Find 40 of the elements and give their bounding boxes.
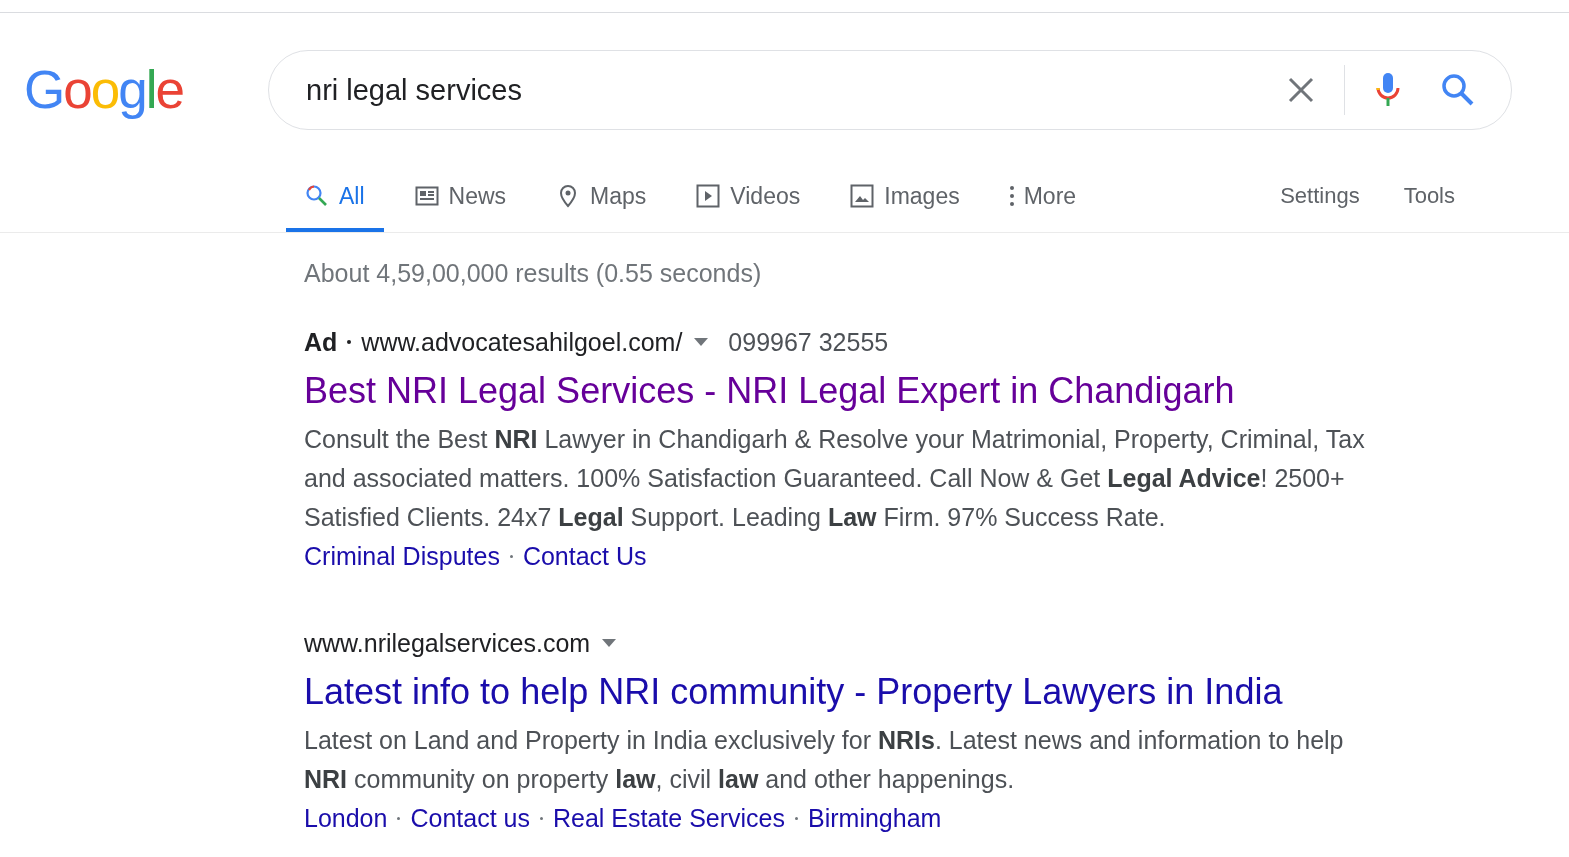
tab[interactable]: More <box>990 160 1096 232</box>
result-snippet: Latest on Land and Property in India exclusively for NRIs. Latest news and information to help NRI community on property law, civil law and other happenings. <box>304 725 1345 795</box>
newspaper-icon <box>414 184 439 208</box>
separator-dot <box>509 555 513 558</box>
sitelink[interactable]: Criminal Disputes <box>304 537 500 576</box>
separator-dot <box>795 817 798 820</box>
separator-dot <box>397 817 401 820</box>
ad-label: Ad <box>304 328 338 356</box>
tab[interactable]: All <box>286 160 384 232</box>
tab[interactable]: Images <box>831 160 979 232</box>
clear-icon[interactable] <box>1288 77 1314 103</box>
tab[interactable]: Maps <box>537 160 666 232</box>
sitelink[interactable]: Contact us <box>410 799 530 838</box>
tab[interactable]: Videos <box>677 160 820 232</box>
phone-number: 099967 32555 <box>728 328 889 356</box>
separator-dot <box>539 817 543 820</box>
tool-link[interactable]: Tools <box>1359 160 1455 232</box>
result-url: www.nrilegalservices.com <box>304 629 591 657</box>
sitelink[interactable]: Real Estate Services <box>552 799 785 838</box>
result-title-link[interactable]: Best NRI Legal Services - NRI Legal Expert in Chandigarh <box>304 368 1235 414</box>
result-url: www.advocatesahilgoel.com/ <box>361 328 683 356</box>
caret-icon[interactable] <box>602 639 617 647</box>
vertical-dots-icon <box>1009 186 1014 206</box>
sitelink[interactable]: London <box>304 799 388 838</box>
sitelink[interactable]: Birmingham <box>808 799 942 838</box>
sitelink[interactable]: Contact Us <box>522 537 647 576</box>
tool-link[interactable]: Settings <box>1236 160 1360 232</box>
result-title-link[interactable]: Latest info to help NRI community - Property Lawyers in India <box>304 669 1283 715</box>
caret-icon[interactable] <box>694 338 709 346</box>
search-input[interactable]: nri legal services <box>306 73 1288 107</box>
google-logo[interactable]: Google <box>0 60 268 120</box>
separator-dot <box>347 340 352 344</box>
search-icon <box>305 184 329 208</box>
tab[interactable]: News <box>395 160 526 232</box>
search-icon[interactable] <box>1441 73 1475 107</box>
result-snippet: Consult the Best NRI Lawyer in Chandigarh & Resolve your Matrimonial, Property, Criminal, Tax and associated matters. 100% Satisfaction Guaranteed. Call Now & Get Legal Advice! 2500+ Satisfied Clients. 24x7 Legal Support. Leading Law Firm. 97% Success Rate. <box>304 424 1366 533</box>
result-stats: About 4,59,00,000 results (0.55 seconds) <box>304 258 763 288</box>
play-icon <box>696 184 721 208</box>
image-icon <box>850 184 875 208</box>
microphone-icon[interactable] <box>1375 72 1401 108</box>
